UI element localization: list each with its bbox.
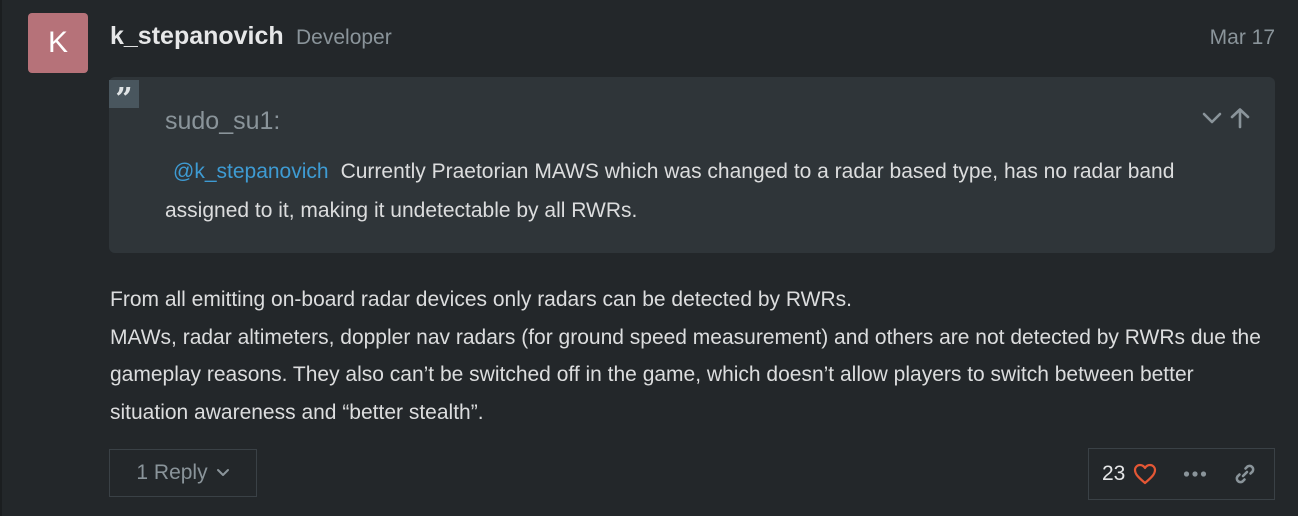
left-edge [0, 0, 2, 516]
show-replies-button[interactable]: 1 Reply [109, 449, 257, 497]
user-title: Developer [296, 26, 392, 49]
quote-controls [1201, 107, 1251, 129]
like-count[interactable]: 23 [1102, 462, 1125, 486]
post-date[interactable]: Mar 17 [1210, 26, 1275, 50]
post-paragraph-2: MAWs, radar altimeters, doppler nav rada… [110, 325, 1261, 424]
chevron-down-icon[interactable] [1201, 107, 1223, 129]
avatar-letter: K [47, 26, 68, 59]
post-body: From all emitting on-board radar devices… [110, 281, 1270, 431]
quote-author[interactable]: sudo_su1: [165, 107, 280, 136]
mention-link[interactable]: @k_stepanovich [173, 160, 329, 183]
username[interactable]: k_stepanovich [110, 22, 284, 51]
arrow-up-icon[interactable] [1229, 107, 1251, 129]
post-actions: 23 [1088, 448, 1275, 500]
more-icon[interactable] [1183, 470, 1207, 478]
quote-block: ” sudo_su1: @k_stepanovich Currently Prae… [109, 77, 1275, 253]
heart-icon[interactable] [1133, 463, 1157, 485]
quote-text: @k_stepanovich Currently Praetorian MAWS … [165, 152, 1255, 230]
quote-mark-icon: ” [109, 80, 139, 117]
link-icon[interactable] [1234, 463, 1256, 485]
avatar[interactable]: K [28, 13, 88, 73]
replies-label: 1 Reply [136, 461, 208, 484]
chevron-down-icon [216, 461, 230, 485]
post-paragraph-1: From all emitting on-board radar devices… [110, 288, 852, 311]
